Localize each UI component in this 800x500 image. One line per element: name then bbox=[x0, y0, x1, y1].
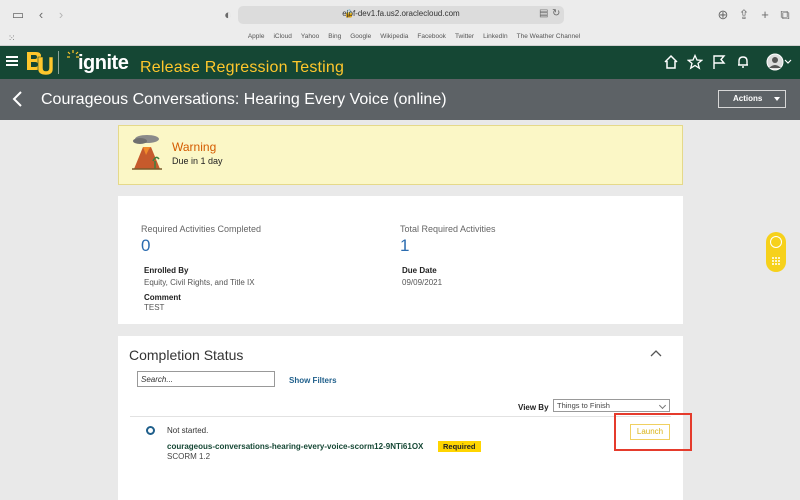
summary-card bbox=[118, 196, 683, 324]
reload-icon[interactable]: ↻ bbox=[552, 8, 560, 19]
browser-toolbar: ▭ ‹ › ◐ 🔒 ejof-dev1.fa.us2.oraclecloud.c… bbox=[0, 0, 800, 30]
enrolled-by-label: Enrolled By bbox=[144, 266, 189, 275]
activity-name-link[interactable]: courageous-conversations-hearing-every-v… bbox=[167, 442, 423, 451]
favorite-link[interactable]: Wikipedia bbox=[380, 33, 408, 40]
avatar[interactable] bbox=[766, 53, 792, 71]
activity-type: SCORM 1.2 bbox=[167, 452, 211, 461]
required-badge: Required bbox=[438, 441, 481, 452]
sidebar-toggle-icon[interactable]: ▭ bbox=[10, 7, 26, 23]
page-title: Courageous Conversations: Hearing Every … bbox=[41, 91, 447, 108]
favorite-link[interactable]: Apple bbox=[248, 33, 265, 40]
tab-overview-icon[interactable]: ⧉ bbox=[777, 7, 793, 23]
ignite-logo[interactable]: ignite bbox=[78, 52, 129, 75]
app-title: Release Regression Testing bbox=[140, 59, 345, 76]
home-icon[interactable] bbox=[663, 54, 679, 70]
due-date-value: 09/09/2021 bbox=[402, 278, 443, 287]
view-by-value: Things to Finish bbox=[557, 401, 610, 410]
search-input[interactable] bbox=[137, 371, 275, 387]
chevron-up-icon[interactable] bbox=[650, 349, 662, 357]
app-header: ignite Release Regression Testing bbox=[0, 46, 800, 79]
url-text: ejof-dev1.fa.us2.oraclecloud.com bbox=[342, 9, 460, 18]
new-tab-icon[interactable]: + bbox=[757, 7, 773, 23]
back-icon[interactable]: ‹ bbox=[33, 7, 49, 23]
privacy-shield-icon[interactable]: ◐ bbox=[220, 7, 236, 23]
favorite-link[interactable]: Yahoo bbox=[301, 33, 319, 40]
comment-label: Comment bbox=[144, 293, 181, 302]
favorite-link[interactable]: LinkedIn bbox=[483, 33, 508, 40]
view-by-select[interactable]: Things to Finish bbox=[553, 399, 670, 412]
show-filters-link[interactable]: Show Filters bbox=[289, 376, 337, 385]
flag-icon[interactable] bbox=[711, 54, 727, 70]
completed-value: 0 bbox=[141, 236, 151, 255]
menu-icon[interactable] bbox=[6, 54, 18, 68]
actions-label: Actions bbox=[733, 94, 763, 103]
favorites-bar: ⁙ Apple iCloud Yahoo Bing Google Wikipedia Fac… bbox=[0, 30, 800, 46]
back-chevron-icon[interactable] bbox=[10, 90, 24, 108]
warning-banner bbox=[118, 125, 683, 185]
favorite-link[interactable]: The Weather Channel bbox=[517, 33, 580, 40]
page-title-bar: Courageous Conversations: Hearing Every … bbox=[0, 79, 800, 120]
total-label: Total Required Activities bbox=[400, 224, 496, 234]
volcano-icon bbox=[132, 135, 162, 170]
star-icon[interactable] bbox=[687, 54, 703, 70]
divider bbox=[130, 416, 671, 417]
share-icon[interactable]: ⇪ bbox=[736, 7, 752, 23]
warning-title: Warning bbox=[172, 140, 217, 154]
help-icon bbox=[770, 236, 782, 248]
status-circle-icon bbox=[146, 426, 155, 435]
actions-button[interactable]: Actions bbox=[718, 90, 786, 108]
favorite-link[interactable]: Twitter bbox=[455, 33, 474, 40]
chevron-down-icon bbox=[784, 59, 792, 64]
favorite-link[interactable]: Google bbox=[350, 33, 371, 40]
view-by-label: View By bbox=[518, 403, 549, 412]
chevron-down-icon bbox=[658, 401, 667, 410]
favorites-list: Apple iCloud Yahoo Bing Google Wikipedia Faceb… bbox=[0, 33, 800, 40]
comment-value: TEST bbox=[144, 303, 165, 312]
enrolled-by-value: Equity, Civil Rights, and Title IX bbox=[144, 278, 255, 287]
header-divider bbox=[58, 51, 59, 74]
favorite-link[interactable]: iCloud bbox=[273, 33, 291, 40]
address-bar[interactable]: 🔒 ejof-dev1.fa.us2.oraclecloud.com ▤ ↻ bbox=[238, 6, 564, 24]
baylor-logo[interactable] bbox=[24, 49, 54, 77]
completed-label: Required Activities Completed bbox=[141, 224, 262, 234]
completion-status-title: Completion Status bbox=[129, 347, 244, 363]
favorite-link[interactable]: Facebook bbox=[417, 33, 446, 40]
total-value: 1 bbox=[400, 236, 410, 255]
forward-icon[interactable]: › bbox=[53, 7, 69, 23]
launch-button[interactable]: Launch bbox=[630, 424, 670, 440]
due-date-label: Due Date bbox=[402, 266, 437, 275]
favorite-link[interactable]: Bing bbox=[328, 33, 341, 40]
download-icon[interactable]: ⊕ bbox=[715, 7, 731, 23]
activity-status: Not started. bbox=[167, 426, 209, 435]
grid-dots-icon bbox=[772, 257, 780, 265]
help-widget[interactable] bbox=[766, 232, 786, 272]
bell-icon[interactable] bbox=[735, 54, 751, 70]
reader-icon[interactable]: ▤ bbox=[539, 8, 548, 19]
warning-due: Due in 1 day bbox=[172, 156, 223, 166]
caret-down-icon bbox=[774, 97, 780, 101]
